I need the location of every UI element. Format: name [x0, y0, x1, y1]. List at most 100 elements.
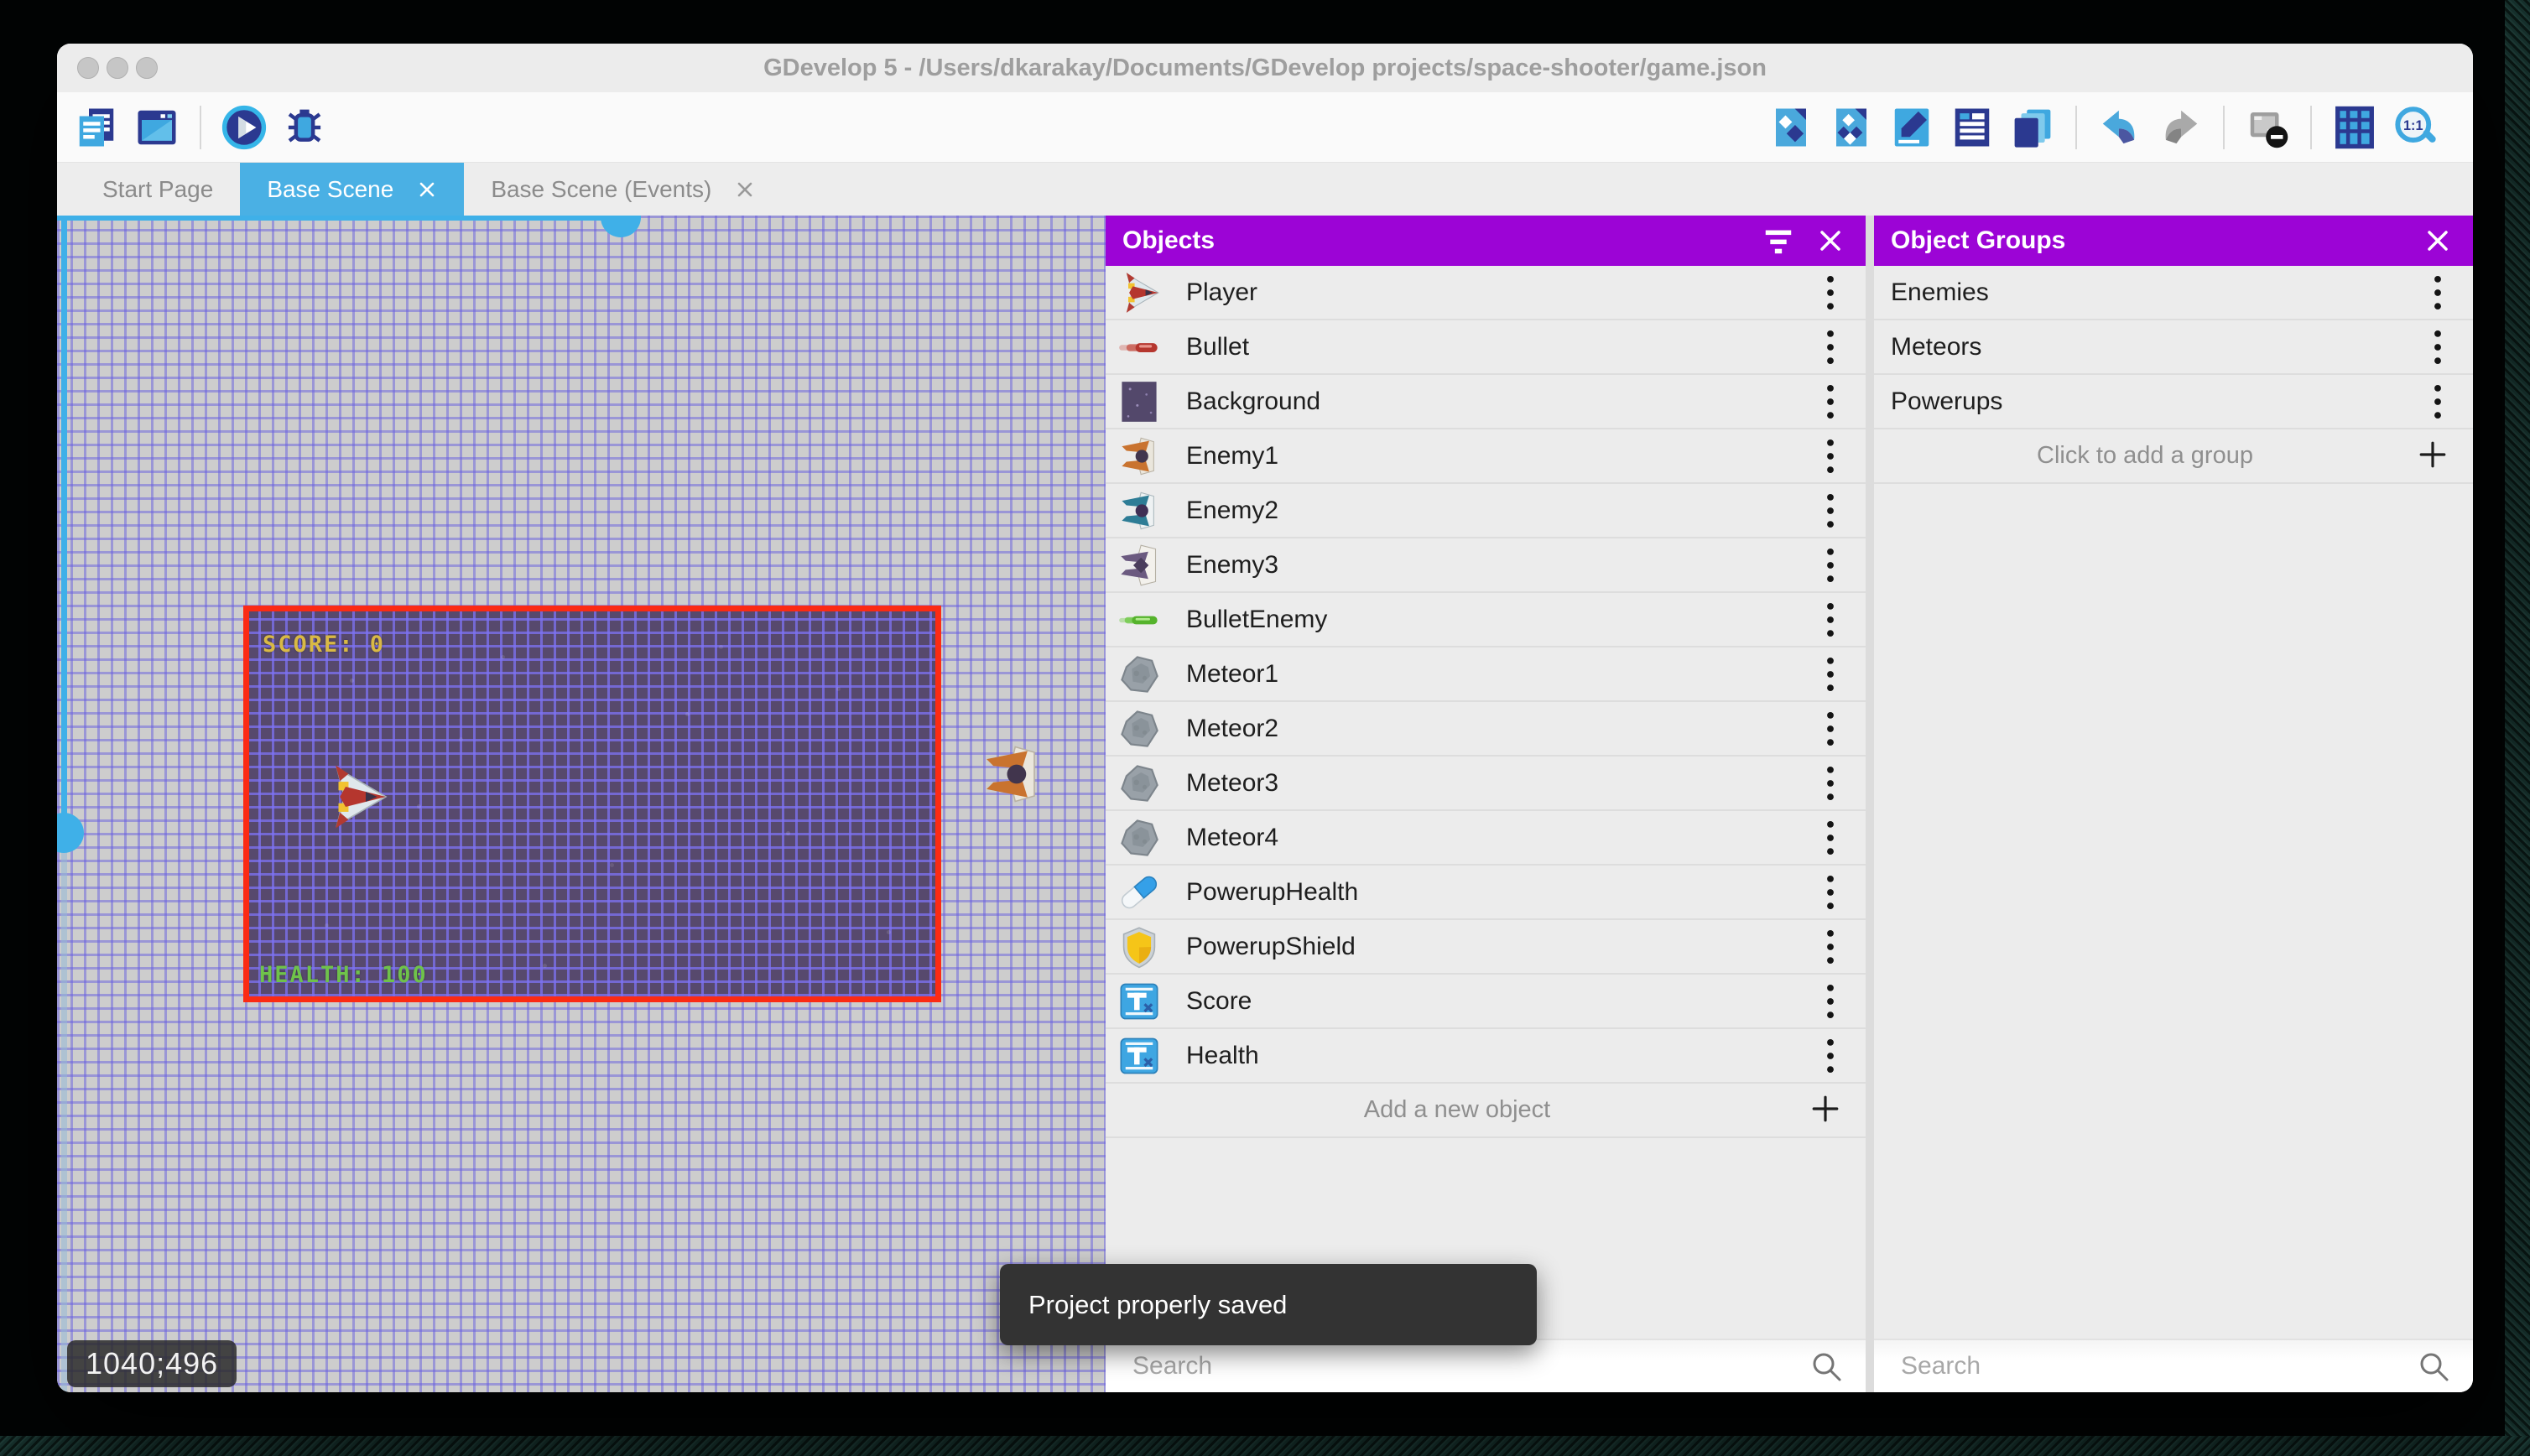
- kebab-menu-icon[interactable]: [1814, 1036, 1847, 1076]
- objects-editor-button[interactable]: [1767, 103, 1815, 152]
- search-icon: [2418, 1350, 2451, 1384]
- kebab-menu-icon[interactable]: [1814, 818, 1847, 858]
- object-list-item[interactable]: Meteor1: [1106, 647, 1866, 702]
- layers-button[interactable]: [2008, 103, 2057, 152]
- enemy1-instance[interactable]: [980, 740, 1045, 809]
- kebab-menu-icon[interactable]: [1814, 872, 1847, 913]
- object-item-label: Meteor4: [1186, 824, 1814, 852]
- object-item-label: Enemy3: [1186, 551, 1814, 580]
- kebab-menu-icon[interactable]: [1814, 491, 1847, 531]
- group-list-item[interactable]: Powerups: [1874, 375, 2473, 429]
- toolbar-left-group: [72, 103, 329, 152]
- grid-button[interactable]: [2330, 103, 2379, 152]
- group-list-item[interactable]: Meteors: [1874, 320, 2473, 375]
- panel-divider: [1866, 216, 1874, 1392]
- object-groups-panel-title: Object Groups: [1891, 226, 2404, 255]
- redo-button[interactable]: [2156, 103, 2205, 152]
- project-manager-button[interactable]: [72, 103, 121, 152]
- object-item-label: Meteor3: [1186, 769, 1814, 798]
- object-list-item[interactable]: Health: [1106, 1029, 1866, 1084]
- kebab-menu-icon[interactable]: [1814, 981, 1847, 1022]
- object-groups-button[interactable]: [1827, 103, 1876, 152]
- add-group-row[interactable]: Click to add a group: [1874, 429, 2473, 484]
- tab-start-page[interactable]: Start Page: [75, 163, 240, 216]
- project-manager-icon: [74, 105, 119, 150]
- object-list-item[interactable]: Score: [1106, 975, 1866, 1029]
- undo-button[interactable]: [2095, 103, 2144, 152]
- object-list-item[interactable]: Enemy2: [1106, 484, 1866, 538]
- object-item-label: Enemy2: [1186, 497, 1814, 525]
- object-item-label: Background: [1186, 387, 1814, 416]
- kebab-menu-icon[interactable]: [1814, 927, 1847, 967]
- kebab-menu-icon[interactable]: [1814, 382, 1847, 422]
- object-list-item[interactable]: Background: [1106, 375, 1866, 429]
- object-list-item[interactable]: Meteor3: [1106, 757, 1866, 811]
- filter-icon[interactable]: [1760, 222, 1797, 259]
- add-object-label: Add a new object: [1106, 1096, 1809, 1124]
- plus-icon[interactable]: [2416, 439, 2449, 472]
- tab-label: Base Scene (Events): [491, 176, 711, 203]
- groups-list: Enemies Meteors Powerups: [1874, 266, 2473, 429]
- plus-icon[interactable]: [1809, 1094, 1842, 1126]
- kebab-menu-icon[interactable]: [1814, 763, 1847, 803]
- objects-panel-title: Objects: [1122, 226, 1745, 255]
- gdevelop-window: GDevelop 5 - /Users/dkarakay/Documents/G…: [57, 44, 2473, 1392]
- kebab-menu-icon[interactable]: [1814, 545, 1847, 585]
- vertical-scrollbar-track[interactable]: [61, 831, 67, 1392]
- play-button[interactable]: [220, 103, 268, 152]
- object-list-item[interactable]: Enemy3: [1106, 538, 1866, 593]
- player-instance[interactable]: [321, 757, 390, 837]
- health-text-instance[interactable]: HEALTH: 100: [259, 962, 428, 988]
- tab-label: Start Page: [102, 176, 213, 203]
- vertical-scrollbar[interactable]: [61, 216, 67, 831]
- instances-list-button[interactable]: [1948, 103, 1996, 152]
- objects-search-input[interactable]: [1106, 1340, 1866, 1392]
- kebab-menu-icon[interactable]: [1814, 273, 1847, 313]
- add-object-row[interactable]: Add a new object: [1106, 1084, 1866, 1138]
- object-list-item[interactable]: PowerupHealth: [1106, 866, 1866, 920]
- close-tab-icon[interactable]: [735, 179, 755, 200]
- object-list-item[interactable]: PowerupShield: [1106, 920, 1866, 975]
- object-list-item[interactable]: Player: [1106, 266, 1866, 320]
- zoom-1-1-button[interactable]: 1:1: [2391, 103, 2439, 152]
- object-list-item[interactable]: BulletEnemy: [1106, 593, 1866, 647]
- cursor-coordinates-badge: 1040;496: [67, 1340, 237, 1387]
- desktop-wallpaper-bottom: [0, 1436, 2530, 1456]
- kebab-menu-icon[interactable]: [1814, 600, 1847, 640]
- horizontal-scrollbar-knob[interactable]: [601, 216, 641, 237]
- tab-bar: Start Page Base Scene Base Scene (Events…: [57, 163, 2473, 216]
- object-item-label: PowerupShield: [1186, 933, 1814, 961]
- kebab-menu-icon[interactable]: [1814, 327, 1847, 367]
- groups-search-input[interactable]: [1874, 1340, 2473, 1392]
- object-item-label: Bullet: [1186, 333, 1814, 361]
- object-groups-panel: Object Groups Enemies Meteors Powerups: [1874, 216, 2473, 1392]
- debug-button[interactable]: [280, 103, 329, 152]
- group-list-item[interactable]: Enemies: [1874, 266, 2473, 320]
- close-panel-icon[interactable]: [2419, 222, 2456, 259]
- groups-search-bar: [1874, 1339, 2473, 1392]
- score-text-instance[interactable]: SCORE: 0: [263, 632, 385, 658]
- kebab-menu-icon[interactable]: [2421, 327, 2455, 367]
- close-tab-icon[interactable]: [417, 179, 437, 200]
- properties-button[interactable]: [1887, 103, 1936, 152]
- preview-window-button[interactable]: [133, 103, 181, 152]
- bullet-sprite-thumbnail: [1117, 325, 1161, 369]
- kebab-menu-icon[interactable]: [1814, 436, 1847, 476]
- vertical-scrollbar-knob[interactable]: [57, 813, 84, 853]
- kebab-menu-icon[interactable]: [2421, 273, 2455, 313]
- object-list-item[interactable]: Meteor4: [1106, 811, 1866, 866]
- kebab-menu-icon[interactable]: [1814, 709, 1847, 749]
- player-sprite-thumbnail: [1117, 271, 1161, 315]
- search-icon: [1810, 1350, 1844, 1384]
- tab-base-scene[interactable]: Base Scene: [240, 163, 464, 216]
- object-list-item[interactable]: Bullet: [1106, 320, 1866, 375]
- close-panel-icon[interactable]: [1812, 222, 1849, 259]
- scene-editor-canvas[interactable]: SCORE: 0 HEALTH: 100 1040;496: [57, 216, 1106, 1392]
- kebab-menu-icon[interactable]: [1814, 654, 1847, 694]
- tab-base-scene-events[interactable]: Base Scene (Events): [464, 163, 782, 216]
- horizontal-scrollbar[interactable]: [57, 216, 621, 221]
- kebab-menu-icon[interactable]: [2421, 382, 2455, 422]
- toggle-rendering-button[interactable]: [2243, 103, 2292, 152]
- object-list-item[interactable]: Meteor2: [1106, 702, 1866, 757]
- object-list-item[interactable]: Enemy1: [1106, 429, 1866, 484]
